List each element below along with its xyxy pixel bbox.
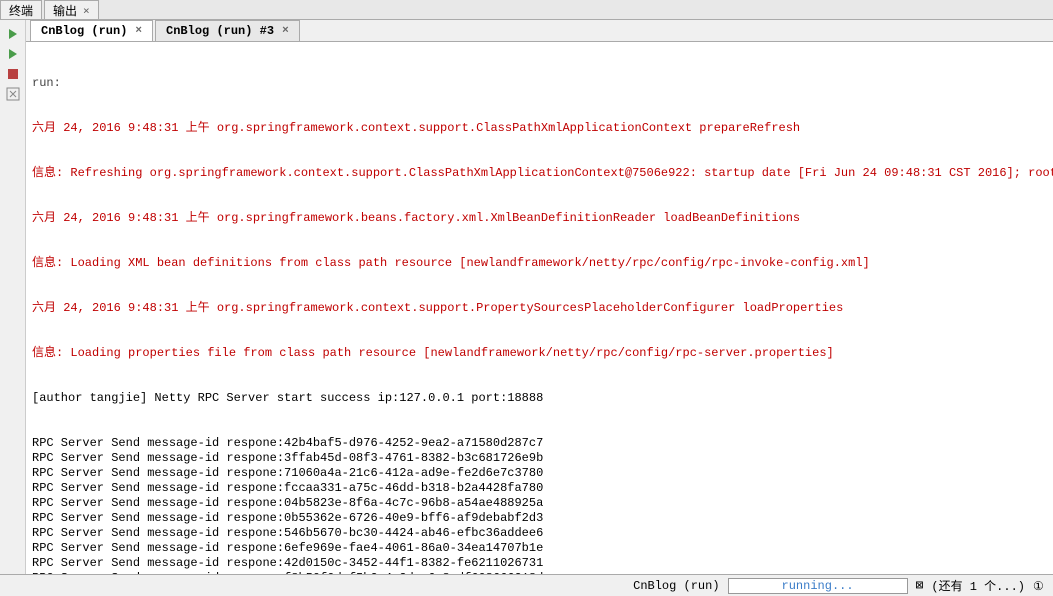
run-tab-1[interactable]: CnBlog (run) ×: [30, 20, 153, 41]
status-run-name: CnBlog (run): [633, 579, 719, 593]
close-icon[interactable]: ×: [83, 4, 90, 17]
console-header: run:: [32, 76, 1047, 91]
log-line: 六月 24, 2016 9:48:31 上午 org.springframewo…: [32, 211, 1047, 226]
log-line: RPC Server Send message-id respone:0b553…: [32, 511, 1047, 526]
log-line: 六月 24, 2016 9:48:31 上午 org.springframewo…: [32, 301, 1047, 316]
log-line: RPC Server Send message-id respone:04b58…: [32, 496, 1047, 511]
close-icon[interactable]: ×: [135, 25, 142, 37]
log-line: 信息: Refreshing org.springframework.conte…: [32, 166, 1047, 181]
play-icon[interactable]: [5, 26, 21, 42]
tab-label: 终端: [9, 2, 33, 19]
stop-all-icon[interactable]: ⊠: [916, 578, 924, 593]
main-area: CnBlog (run) × CnBlog (run) #3 × run: 六月…: [0, 20, 1053, 574]
log-line: 六月 24, 2016 9:48:31 上午 org.springframewo…: [32, 121, 1047, 136]
run-tabs: CnBlog (run) × CnBlog (run) #3 ×: [26, 20, 1053, 42]
log-line: RPC Server Send message-id respone:3ffab…: [32, 451, 1047, 466]
log-line: RPC Server Send message-id respone:71060…: [32, 466, 1047, 481]
log-line: 信息: Loading properties file from class p…: [32, 346, 1047, 361]
tab-terminal[interactable]: 终端: [0, 0, 42, 19]
log-line: RPC Server Send message-id respone:6efe9…: [32, 541, 1047, 556]
log-line: RPC Server Send message-id respone:42b4b…: [32, 436, 1047, 451]
log-line: RPC Server Send message-id respone:fccaa…: [32, 481, 1047, 496]
close-icon[interactable]: ×: [282, 25, 289, 37]
tab-label: 输出: [53, 2, 77, 19]
tab-output[interactable]: 输出 ×: [44, 0, 99, 19]
stop-icon[interactable]: [5, 66, 21, 82]
run-tab-label: CnBlog (run): [41, 24, 127, 38]
play-icon-alt[interactable]: [5, 46, 21, 62]
log-line: RPC Server Send message-id respone:42d01…: [32, 556, 1047, 571]
notification-badge-icon[interactable]: ①: [1033, 579, 1047, 593]
top-tabs: 终端 输出 ×: [0, 0, 1053, 20]
run-tab-label: CnBlog (run) #3: [166, 24, 274, 38]
debug-icon[interactable]: [5, 86, 21, 102]
progress-text: running...: [782, 579, 854, 593]
run-tab-3[interactable]: CnBlog (run) #3 ×: [155, 20, 300, 41]
content-area: CnBlog (run) × CnBlog (run) #3 × run: 六月…: [26, 20, 1053, 574]
left-toolbar: [0, 20, 26, 574]
status-bar: CnBlog (run) running... ⊠ (还有 1 个...) ①: [0, 574, 1053, 596]
log-line: RPC Server Send message-id respone:546b5…: [32, 526, 1047, 541]
console-output[interactable]: run: 六月 24, 2016 9:48:31 上午 org.springfr…: [26, 42, 1053, 574]
log-line: [author tangjie] Netty RPC Server start …: [32, 391, 1047, 406]
log-line: 信息: Loading XML bean definitions from cl…: [32, 256, 1047, 271]
status-more-count[interactable]: (还有 1 个...): [931, 577, 1025, 594]
progress-indicator[interactable]: running...: [728, 578, 908, 594]
